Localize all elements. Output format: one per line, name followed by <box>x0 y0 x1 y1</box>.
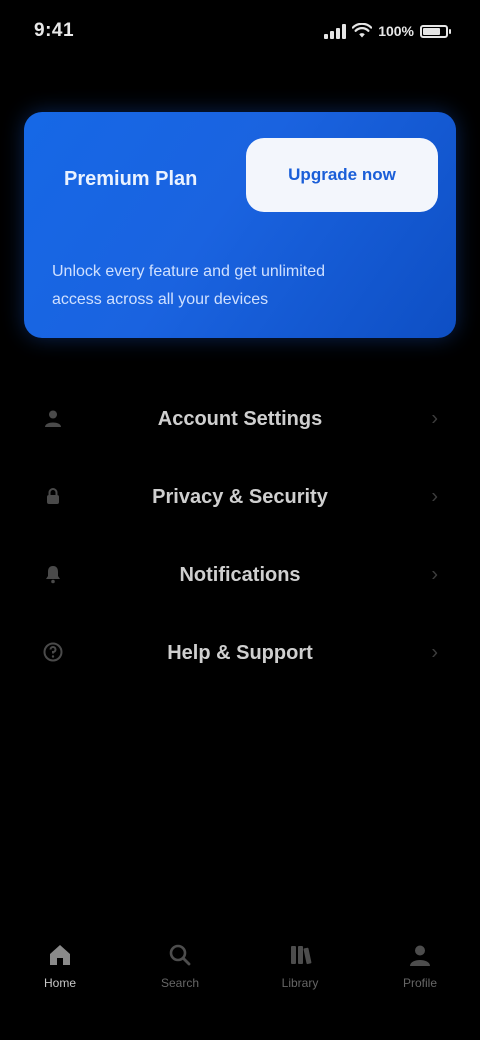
status-indicators: 100% <box>324 20 451 42</box>
lock-icon <box>42 486 64 508</box>
battery-icon <box>420 24 451 38</box>
promo-description: Unlock every feature and get unlimited a… <box>52 263 326 308</box>
menu-item-label: Privacy & Security <box>152 485 328 508</box>
chevron-right-icon: › <box>431 641 438 664</box>
search-icon <box>165 940 195 970</box>
nav-item-home[interactable]: Home <box>10 920 110 1010</box>
bottom-navigation: Home Search Library Profile <box>0 920 480 1020</box>
chevron-right-icon: › <box>431 407 438 430</box>
nav-label: Profile <box>402 976 437 990</box>
chevron-right-icon: › <box>431 485 438 508</box>
home-icon <box>45 940 75 970</box>
cellular-signal-icon <box>324 23 347 39</box>
battery-percentage: 100% <box>378 23 414 39</box>
menu-item-label: Notifications <box>179 563 301 586</box>
bell-icon <box>42 564 64 586</box>
menu-item-label: Account Settings <box>157 407 323 430</box>
help-icon <box>42 642 64 664</box>
nav-item-profile[interactable]: Profile <box>370 920 470 1010</box>
promo-title: Premium Plan <box>64 168 198 190</box>
menu-item-help-support[interactable]: Help & Support › <box>24 614 456 692</box>
status-time: 9:41 <box>34 20 75 41</box>
menu-item-privacy-security[interactable]: Privacy & Security › <box>24 458 456 536</box>
library-icon <box>285 940 315 970</box>
upgrade-button[interactable]: Upgrade now <box>246 138 438 212</box>
profile-icon <box>405 940 435 970</box>
nav-label: Home <box>43 976 76 990</box>
nav-item-search[interactable]: Search <box>130 920 230 1010</box>
menu-item-label: Help & Support <box>167 641 313 664</box>
promo-card: Premium Plan Upgrade now Unlock every fe… <box>24 112 456 338</box>
menu-item-notifications[interactable]: Notifications › <box>24 536 456 614</box>
wifi-icon <box>352 23 373 38</box>
settings-menu: Account Settings › Privacy & Security › … <box>24 380 456 692</box>
nav-label: Library <box>281 976 319 990</box>
user-icon <box>42 408 64 430</box>
nav-item-library[interactable]: Library <box>250 920 350 1010</box>
menu-item-account-settings[interactable]: Account Settings › <box>24 380 456 458</box>
chevron-right-icon: › <box>431 563 438 586</box>
status-bar: 9:41 100% <box>0 0 480 64</box>
nav-label: Search <box>160 976 200 990</box>
